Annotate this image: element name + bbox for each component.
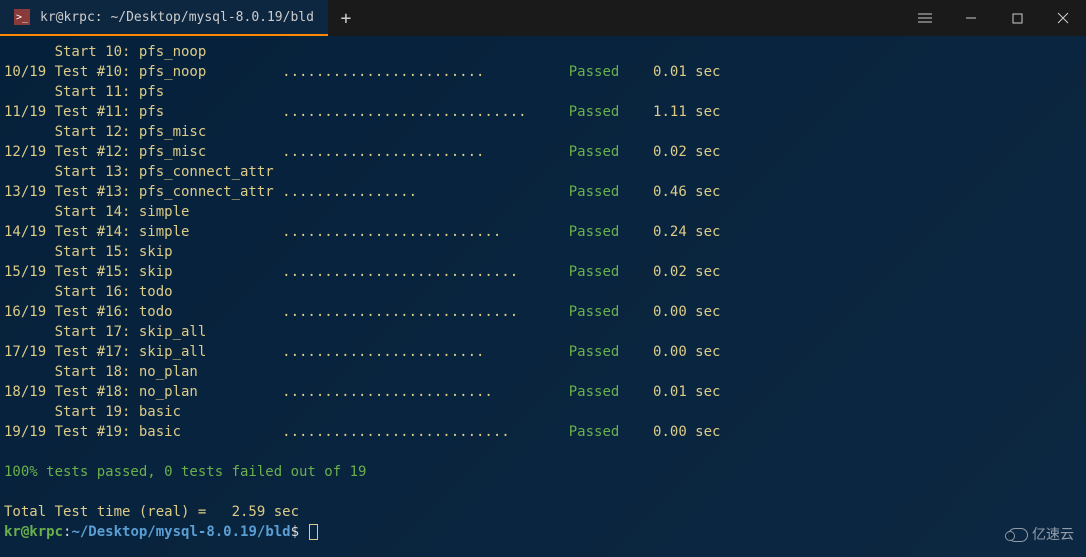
minimize-icon	[965, 12, 977, 24]
test-result-line: 13/19 Test #13: pfs_connect_attr .......…	[4, 182, 1086, 202]
test-result-line: 17/19 Test #17: skip_all ...............…	[4, 342, 1086, 362]
blank-line	[4, 482, 1086, 502]
terminal-output[interactable]: Start 10: pfs_noop10/19 Test #10: pfs_no…	[0, 36, 1086, 557]
test-result-line: 11/19 Test #11: pfs ....................…	[4, 102, 1086, 122]
cursor	[309, 524, 318, 540]
add-tab-button[interactable]: +	[328, 0, 364, 36]
cloud-icon	[1008, 528, 1028, 542]
test-status: Passed	[569, 144, 620, 160]
minimize-button[interactable]	[948, 0, 994, 36]
blank-line	[4, 442, 1086, 462]
test-status: Passed	[569, 304, 620, 320]
tab-title: kr@krpc: ~/Desktop/mysql-8.0.19/bld	[40, 10, 314, 25]
test-start-line: Start 17: skip_all	[4, 322, 1086, 342]
test-status: Passed	[569, 424, 620, 440]
test-start-line: Start 10: pfs_noop	[4, 42, 1086, 62]
summary-passed: 100% tests passed, 0 tests failed out of…	[4, 462, 1086, 482]
test-status: Passed	[569, 224, 620, 240]
terminal-icon: >_	[14, 9, 30, 25]
prompt-path: ~/Desktop/mysql-8.0.19/bld	[71, 524, 290, 540]
test-result-line: 12/19 Test #12: pfs_misc ...............…	[4, 142, 1086, 162]
test-result-line: 19/19 Test #19: basic ..................…	[4, 422, 1086, 442]
active-tab[interactable]: >_ kr@krpc: ~/Desktop/mysql-8.0.19/bld	[0, 0, 328, 36]
test-start-line: Start 14: simple	[4, 202, 1086, 222]
test-result-line: 10/19 Test #10: pfs_noop ...............…	[4, 62, 1086, 82]
test-result-line: 14/19 Test #14: simple .................…	[4, 222, 1086, 242]
test-start-line: Start 11: pfs	[4, 82, 1086, 102]
watermark-text: 亿速云	[1032, 525, 1074, 545]
test-start-line: Start 15: skip	[4, 242, 1086, 262]
test-status: Passed	[569, 384, 620, 400]
test-start-line: Start 13: pfs_connect_attr	[4, 162, 1086, 182]
test-status: Passed	[569, 264, 620, 280]
maximize-icon	[1012, 13, 1023, 24]
prompt-line: kr@krpc:~/Desktop/mysql-8.0.19/bld$	[4, 522, 1086, 542]
titlebar: >_ kr@krpc: ~/Desktop/mysql-8.0.19/bld +	[0, 0, 1086, 36]
close-button[interactable]	[1040, 0, 1086, 36]
summary-time: Total Test time (real) = 2.59 sec	[4, 502, 1086, 522]
window-controls	[902, 0, 1086, 36]
test-status: Passed	[569, 104, 620, 120]
test-start-line: Start 18: no_plan	[4, 362, 1086, 382]
close-icon	[1057, 12, 1069, 24]
test-status: Passed	[569, 344, 620, 360]
menu-button[interactable]	[902, 0, 948, 36]
watermark: 亿速云	[1008, 525, 1074, 545]
prompt-dollar: $	[291, 524, 299, 540]
test-result-line: 16/19 Test #16: todo ...................…	[4, 302, 1086, 322]
test-start-line: Start 19: basic	[4, 402, 1086, 422]
test-result-line: 15/19 Test #15: skip ...................…	[4, 262, 1086, 282]
test-start-line: Start 16: todo	[4, 282, 1086, 302]
maximize-button[interactable]	[994, 0, 1040, 36]
test-status: Passed	[569, 184, 620, 200]
prompt-user: kr@krpc	[4, 524, 63, 540]
test-result-line: 18/19 Test #18: no_plan ................…	[4, 382, 1086, 402]
hamburger-icon	[918, 13, 932, 23]
test-start-line: Start 12: pfs_misc	[4, 122, 1086, 142]
test-status: Passed	[569, 64, 620, 80]
